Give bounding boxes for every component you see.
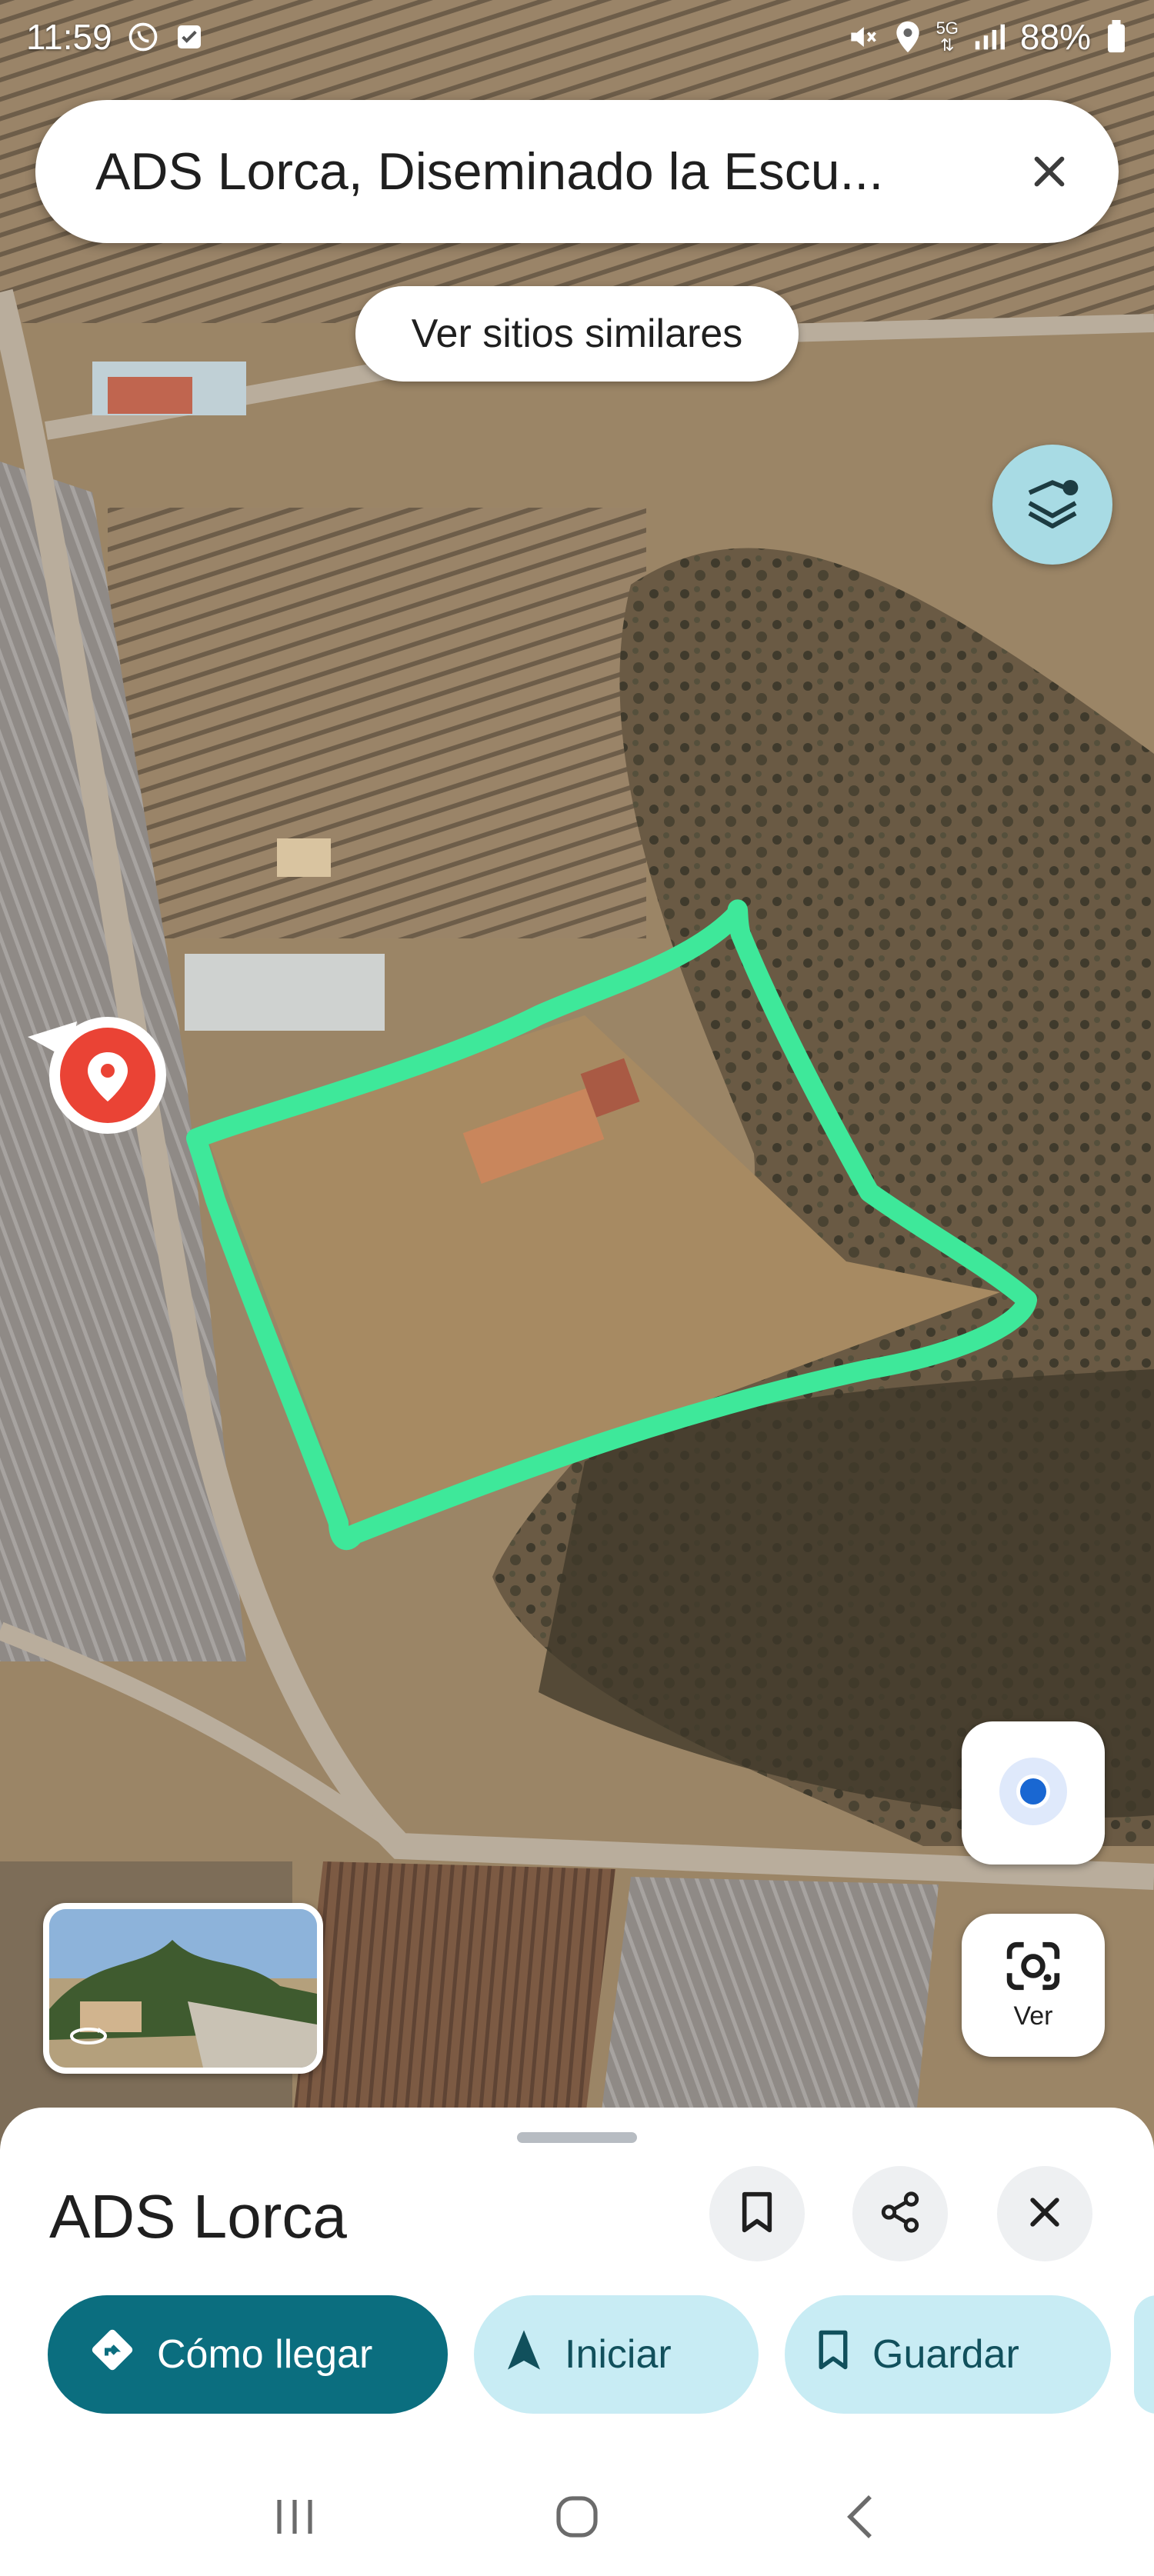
start-label: Iniciar [565,2332,672,2377]
status-bar: 11:59 5G ⇅ 88% [0,0,1154,74]
similar-places-chip[interactable]: Ver sitios similares [355,286,799,382]
more-actions-chip[interactable] [1134,2295,1154,2414]
drag-handle[interactable] [517,2132,637,2143]
save-icon-button[interactable] [709,2166,805,2261]
recents-button[interactable] [248,2481,341,2558]
share-icon [878,2190,922,2238]
my-location-button[interactable] [962,1721,1105,1865]
location-icon [893,20,922,54]
rotate-360-icon [68,2023,109,2053]
street-view-thumbnail[interactable] [43,1903,323,2074]
layers-icon [1022,472,1083,538]
my-location-icon [995,1753,1072,1834]
system-navigation-bar [0,2461,1154,2576]
recents-icon [270,2494,319,2544]
close-icon[interactable] [1011,133,1088,210]
battery-percent: 88% [1019,17,1091,57]
back-icon [842,2492,876,2545]
home-button[interactable] [531,2481,623,2558]
search-bar[interactable]: ADS Lorca, Diseminado la Escu... [35,100,1119,243]
start-navigation-button[interactable]: Iniciar [474,2295,759,2414]
layers-button[interactable] [992,445,1112,565]
home-icon [552,2492,602,2545]
bookmark-icon [815,2329,851,2381]
signal-icon [972,22,1006,52]
share-button[interactable] [852,2166,948,2261]
status-left: 11:59 [26,16,205,58]
status-time: 11:59 [26,17,112,57]
save-label: Guardar [872,2332,1019,2377]
close-sheet-button[interactable] [997,2166,1092,2261]
place-bottom-sheet[interactable]: ADS Lorca Cómo llegar Iniciar Guardar [0,2108,1154,2461]
action-chips: Cómo llegar Iniciar Guardar [48,2295,1111,2414]
directions-icon [89,2327,135,2383]
navigation-icon [505,2328,543,2381]
status-right: 5G ⇅ 88% [845,16,1128,58]
lens-icon [1005,1939,1062,1997]
place-pin[interactable] [23,1014,169,1137]
lens-label: Ver [1013,2001,1053,2031]
directions-label: Cómo llegar [157,2332,373,2377]
check-notification-icon [174,22,205,52]
back-button[interactable] [813,2481,906,2558]
mute-icon [845,20,879,54]
place-title: ADS Lorca [49,2182,347,2251]
save-button[interactable]: Guardar [785,2295,1111,2414]
close-icon [1024,2191,1066,2237]
bookmark-icon [738,2191,776,2238]
battery-icon [1105,20,1128,54]
search-query-text[interactable]: ADS Lorca, Diseminado la Escu... [95,142,1011,202]
whatsapp-icon [126,20,160,54]
lens-button[interactable]: Ver [962,1914,1105,2057]
directions-button[interactable]: Cómo llegar [48,2295,448,2414]
network-type: 5G [936,18,959,38]
data-arrows-icon: 5G ⇅ [936,18,959,55]
